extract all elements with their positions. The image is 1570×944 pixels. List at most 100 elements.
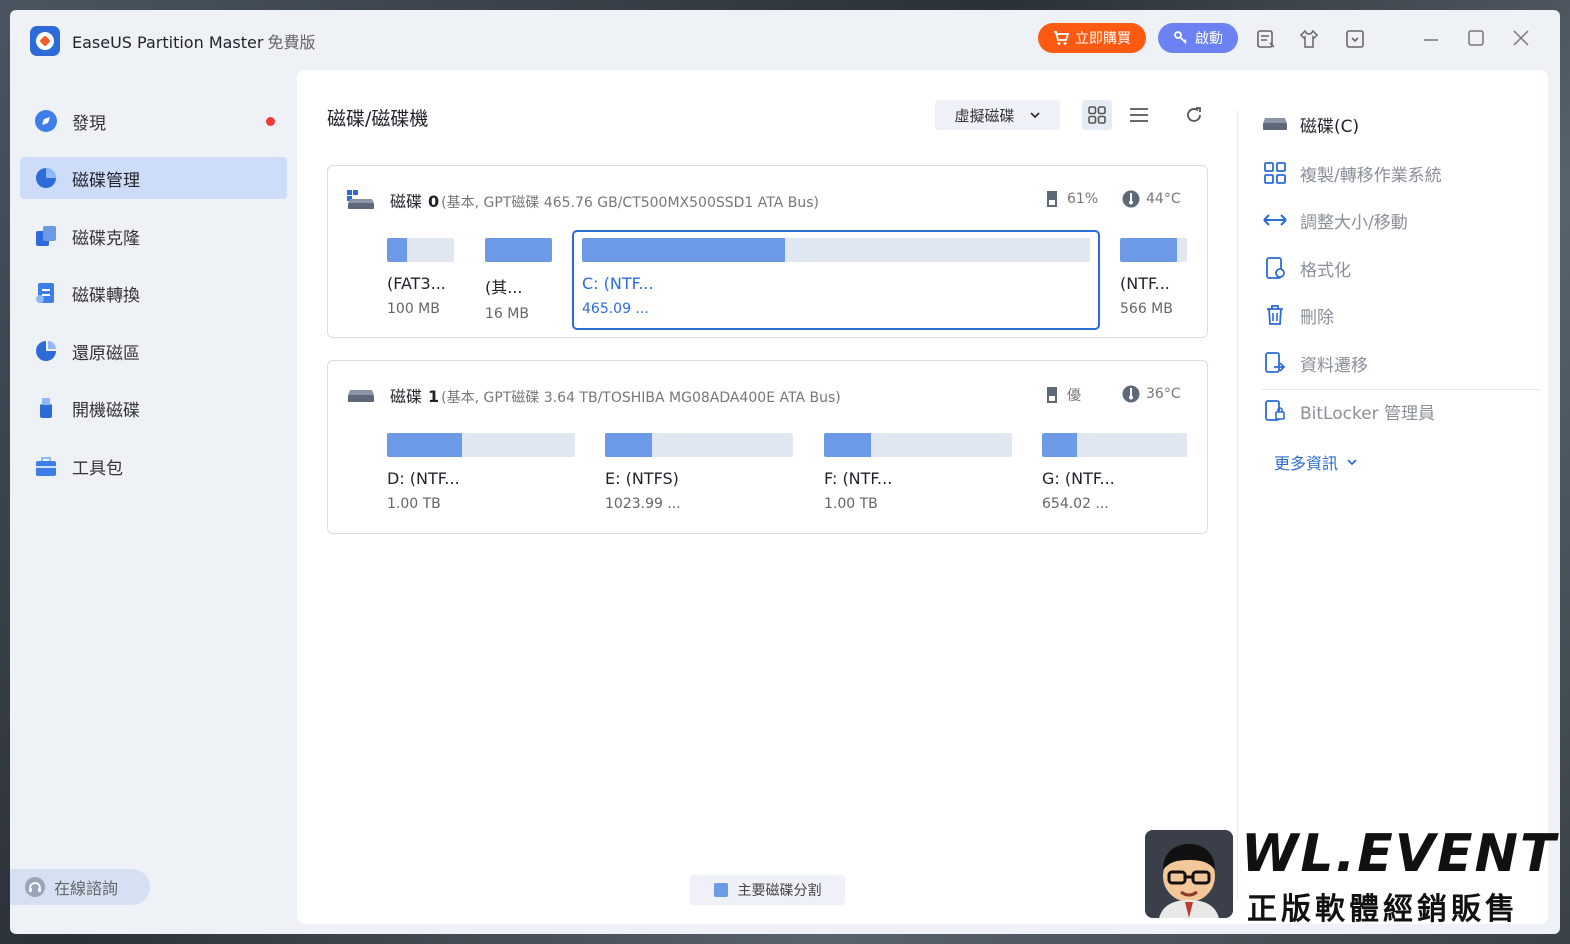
buy-now-button[interactable]: 立即購買	[1038, 23, 1146, 53]
pie-chart-icon	[34, 166, 58, 190]
sidebar-item-label: 磁碟管理	[72, 170, 140, 191]
skin-icon[interactable]	[1298, 28, 1320, 50]
sidebar-item-label: 開機磁碟	[72, 400, 140, 421]
maximize-icon[interactable]	[1465, 27, 1487, 49]
disk-temperature: 36°C	[1122, 385, 1181, 403]
partition-name: (NTF...	[1120, 274, 1170, 293]
menu-dropdown-icon[interactable]	[1344, 28, 1366, 50]
page-title: 磁碟/磁碟機	[327, 108, 429, 130]
partition-usage-fill	[485, 238, 552, 262]
app-logo-icon	[30, 26, 60, 56]
legend-label: 主要磁碟分割	[737, 883, 822, 899]
partition-usage-bar	[1042, 433, 1187, 457]
partition-size: 100 MB	[387, 301, 440, 317]
toolbox-icon	[34, 454, 58, 478]
partition-d[interactable]: D: (NTF... 1.00 TB	[387, 433, 575, 512]
health-icon	[1047, 387, 1057, 403]
sidebar-item-partition-recovery[interactable]: 還原磁區	[20, 330, 287, 372]
partition-usage-bar	[605, 433, 793, 457]
action-format[interactable]: 格式化	[1262, 251, 1351, 285]
thermometer-icon	[1122, 385, 1140, 403]
partition-name: C: (NTF...	[582, 274, 654, 293]
partition-usage-fill	[387, 238, 408, 262]
list-icon	[1130, 108, 1148, 122]
partition-usage-bar	[387, 238, 454, 262]
close-icon[interactable]	[1510, 27, 1532, 49]
action-migrate-os[interactable]: 複製/轉移作業系統	[1262, 156, 1442, 190]
partition-size: 566 MB	[1120, 301, 1173, 317]
disk-health-value: 優	[1067, 388, 1081, 404]
key-icon	[1174, 31, 1187, 44]
panel-divider	[1237, 110, 1238, 900]
refresh-icon	[1187, 107, 1201, 122]
disk-card-0[interactable]: 磁碟 0 (基本, GPT磁碟 465.76 GB/CT500MX500SSD1 A…	[327, 165, 1208, 338]
partition-size: 1.00 TB	[824, 496, 878, 512]
watermark-subtitle: 正版軟體經銷販售	[1247, 892, 1519, 927]
disk-temp-value: 44°C	[1146, 191, 1181, 207]
health-icon	[1047, 191, 1057, 207]
more-info-link[interactable]: 更多資訊	[1274, 450, 1358, 474]
action-resize-move[interactable]: 調整大小/移動	[1262, 203, 1408, 237]
app-window: EaseUS Partition Master 免費版 立即購買 啟動 發現 磁碟…	[10, 10, 1560, 934]
partition-usage-fill	[605, 433, 652, 457]
compass-icon	[34, 109, 58, 133]
sidebar-item-label: 工具包	[72, 458, 123, 479]
bitlocker-icon	[1262, 398, 1288, 424]
app-edition: 免費版	[267, 33, 316, 52]
partition-other[interactable]: (其... 16 MB	[485, 238, 552, 322]
partition-usage-fill	[1042, 433, 1077, 457]
ssd-disk-icon	[347, 190, 374, 209]
online-consult-button[interactable]: 在線諮詢	[10, 869, 150, 905]
sidebar-item-bootable-media[interactable]: 開機磁碟	[20, 387, 287, 429]
refresh-button[interactable]	[1179, 100, 1209, 130]
partition-size: 16 MB	[485, 306, 529, 322]
clone-icon	[34, 224, 58, 248]
resize-icon	[1262, 207, 1288, 233]
cart-icon	[1054, 31, 1069, 45]
partition-ntfs-recovery[interactable]: (NTF... 566 MB	[1120, 238, 1187, 317]
sidebar-item-disk-convert[interactable]: 磁碟轉換	[20, 272, 287, 314]
partition-e[interactable]: E: (NTFS) 1023.99 ...	[605, 433, 793, 512]
partition-usage-bar	[582, 238, 1090, 262]
feedback-icon[interactable]	[1255, 28, 1277, 50]
legend-swatch	[713, 883, 728, 897]
partition-usage-bar	[485, 238, 552, 262]
virtual-disk-dropdown[interactable]: 虛擬磁碟	[935, 100, 1060, 130]
watermark-logo: WL.EVENT 正版軟體經銷販售	[1145, 824, 1556, 927]
partition-f[interactable]: F: (NTF... 1.00 TB	[824, 433, 1012, 512]
sidebar-item-disk-clone[interactable]: 磁碟克隆	[20, 215, 287, 257]
title-bar: EaseUS Partition Master 免費版 立即購買 啟動	[10, 10, 1560, 70]
thermometer-icon	[1122, 190, 1140, 208]
disk-c-icon	[1262, 111, 1288, 137]
disk-temperature: 44°C	[1122, 190, 1181, 208]
disk-health-value: 61%	[1067, 191, 1099, 207]
partition-fat32[interactable]: (FAT3... 100 MB	[387, 238, 454, 317]
action-bitlocker[interactable]: BitLocker 管理員	[1262, 394, 1435, 428]
avatar-illustration	[1145, 830, 1233, 918]
grid-view-button[interactable]	[1082, 100, 1112, 130]
disk-health: 優	[1043, 385, 1081, 405]
list-view-button[interactable]	[1124, 100, 1154, 130]
partition-g[interactable]: G: (NTF... 654.02 ...	[1042, 433, 1187, 512]
partition-c[interactable]: C: (NTF... 465.09 ...	[582, 238, 1090, 317]
grid-icon	[1088, 106, 1106, 124]
action-data-migration[interactable]: 資料遷移	[1262, 346, 1368, 380]
recover-icon	[34, 339, 58, 363]
sidebar-item-disk-management[interactable]: 磁碟管理	[20, 157, 287, 199]
disk-header: 磁碟 0 (基本, GPT磁碟 465.76 GB/CT500MX500SSD1 A…	[346, 188, 819, 212]
activate-button[interactable]: 啟動	[1158, 23, 1238, 53]
chevron-down-icon	[1029, 112, 1040, 119]
sidebar-item-label: 磁碟轉換	[72, 285, 140, 306]
migrate-os-icon	[1262, 160, 1288, 186]
sidebar-item-discover[interactable]: 發現	[20, 100, 287, 142]
sidebar-item-toolkit[interactable]: 工具包	[20, 445, 287, 487]
action-delete[interactable]: 刪除	[1262, 298, 1334, 332]
data-migrate-icon	[1262, 350, 1288, 376]
partition-name: (FAT3...	[387, 274, 446, 293]
partition-name: D: (NTF...	[387, 469, 460, 488]
partition-usage-fill	[387, 433, 463, 457]
activate-label: 啟動	[1195, 31, 1223, 47]
chevron-down-icon	[1347, 459, 1357, 466]
disk-card-1[interactable]: 磁碟 1 (基本, GPT磁碟 3.64 TB/TOSHIBA MG08ADA400…	[327, 360, 1208, 534]
minimize-icon[interactable]	[1420, 27, 1442, 49]
